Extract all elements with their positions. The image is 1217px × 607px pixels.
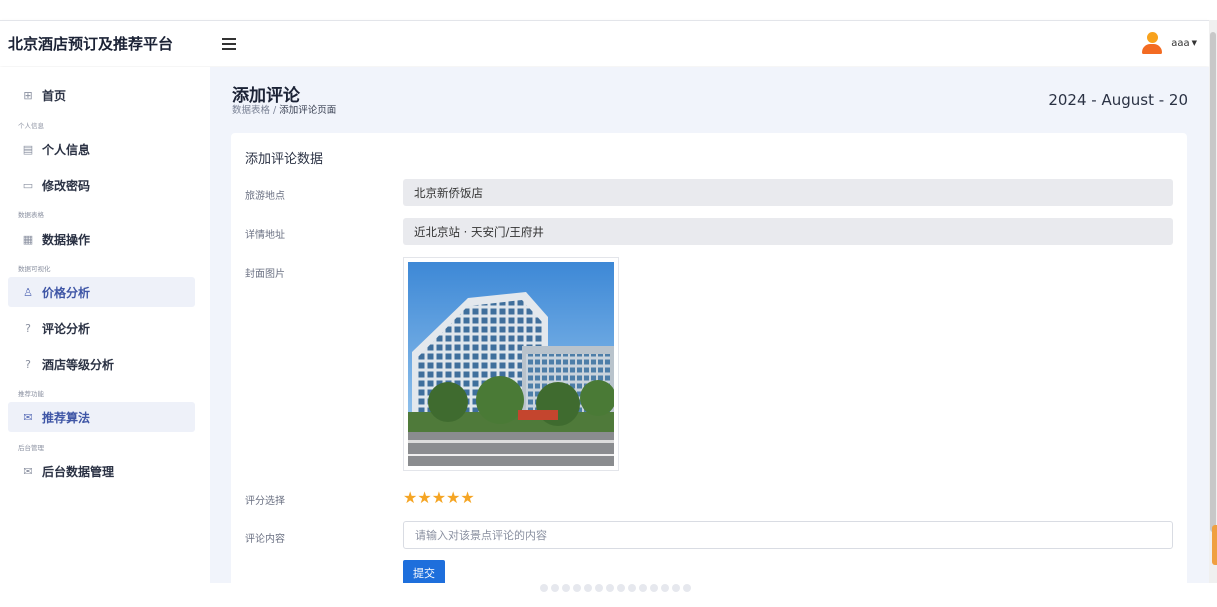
profile-card-icon: ▤ bbox=[22, 142, 34, 156]
user-icon: ♙ bbox=[23, 285, 33, 299]
sidebar-item-label: 首页 bbox=[42, 88, 67, 103]
sidebar-item-data-ops[interactable]: ▦ 数据操作 bbox=[8, 224, 195, 254]
star-icon[interactable]: ★ bbox=[432, 488, 446, 507]
question-circle-icon: ? bbox=[25, 321, 31, 335]
section-label-visualization: 数据可视化 bbox=[18, 265, 51, 273]
side-tab[interactable] bbox=[1212, 525, 1217, 565]
sidebar-item-label: 酒店等级分析 bbox=[42, 357, 115, 372]
user-menu[interactable]: aaa ▼ bbox=[1141, 31, 1197, 55]
sidebar-item-change-password[interactable]: ▭ 修改密码 bbox=[8, 170, 195, 200]
sidebar-item-recommend-algorithm[interactable]: ✉ 推荐算法 bbox=[8, 402, 195, 432]
sidebar: ⊞ 首页 个人信息 ▤ 个人信息 ▭ 修改密码 数据表格 ▦ 数据操作 数据可视… bbox=[0, 67, 210, 607]
breadcrumb-current: 添加评论页面 bbox=[279, 105, 337, 116]
comment-input[interactable] bbox=[403, 521, 1173, 549]
address-label: 详情地址 bbox=[245, 230, 285, 241]
breadcrumb: 数据表格 / 添加评论页面 bbox=[232, 102, 336, 116]
sidebar-item-profile[interactable]: ▤ 个人信息 bbox=[8, 134, 195, 164]
star-icon[interactable]: ★ bbox=[446, 488, 460, 507]
menu-toggle-icon[interactable] bbox=[222, 37, 238, 50]
avatar-icon bbox=[1141, 31, 1163, 55]
sidebar-item-label: 个人信息 bbox=[42, 142, 91, 157]
add-review-form-card: 添加评论数据 旅游地点 北京新侨饭店 详情地址 近北京站 · 天安门/王府井 封… bbox=[231, 133, 1187, 593]
current-date: 2024 - August - 20 bbox=[1048, 91, 1188, 109]
form-title: 添加评论数据 bbox=[245, 152, 324, 167]
pagination-dots bbox=[540, 584, 691, 592]
rating-label: 评分选择 bbox=[245, 496, 285, 507]
question-circle-icon: ? bbox=[25, 357, 31, 371]
sidebar-item-label: 后台数据管理 bbox=[42, 464, 115, 479]
breadcrumb-parent[interactable]: 数据表格 bbox=[232, 105, 270, 116]
mail-icon: ✉ bbox=[23, 410, 33, 424]
sidebar-item-label: 评论分析 bbox=[42, 321, 91, 336]
document-icon: ▭ bbox=[22, 178, 34, 192]
caret-down-icon: ▼ bbox=[1191, 39, 1197, 47]
username: aaa bbox=[1171, 37, 1190, 49]
sidebar-item-label: 修改密码 bbox=[42, 178, 91, 193]
submit-button[interactable]: 提交 bbox=[403, 560, 445, 585]
address-field: 近北京站 · 天安门/王府井 bbox=[403, 218, 1173, 245]
breadcrumb-separator: / bbox=[273, 105, 277, 116]
brand-title: 北京酒店预订及推荐平台 bbox=[8, 35, 174, 53]
sidebar-item-price-analysis[interactable]: ♙ 价格分析 bbox=[8, 277, 195, 307]
cover-image-label: 封面图片 bbox=[245, 269, 285, 280]
star-icon[interactable]: ★ bbox=[403, 488, 417, 507]
star-icon[interactable]: ★ bbox=[460, 488, 474, 507]
sidebar-item-label: 数据操作 bbox=[42, 232, 91, 247]
section-label-admin: 后台管理 bbox=[18, 444, 44, 452]
location-field: 北京新侨饭店 bbox=[403, 179, 1173, 206]
mail-icon: ✉ bbox=[23, 464, 33, 478]
page-scrollbar[interactable] bbox=[1209, 20, 1217, 583]
star-icon[interactable]: ★ bbox=[417, 488, 431, 507]
sidebar-item-label: 价格分析 bbox=[42, 285, 91, 300]
top-bar: 北京酒店预订及推荐平台 aaa ▼ bbox=[0, 20, 1209, 66]
sidebar-item-home[interactable]: ⊞ 首页 bbox=[8, 80, 195, 110]
sidebar-item-admin-data[interactable]: ✉ 后台数据管理 bbox=[8, 456, 195, 486]
hotel-photo bbox=[408, 262, 616, 466]
section-label-recommend: 推荐功能 bbox=[18, 390, 44, 398]
main-content: 添加评论 数据表格 / 添加评论页面 2024 - August - 20 添加… bbox=[210, 67, 1209, 593]
section-label-personal: 个人信息 bbox=[18, 122, 44, 130]
table-icon: ▦ bbox=[22, 232, 34, 246]
scrollbar-thumb[interactable] bbox=[1210, 32, 1216, 532]
sidebar-item-label: 推荐算法 bbox=[42, 410, 91, 425]
top-gap bbox=[0, 0, 1217, 20]
comment-label: 评论内容 bbox=[245, 534, 285, 545]
cover-image bbox=[403, 257, 619, 471]
sidebar-item-review-analysis[interactable]: ? 评论分析 bbox=[8, 313, 195, 343]
sidebar-item-hotel-grade-analysis[interactable]: ? 酒店等级分析 bbox=[8, 349, 195, 379]
star-rating[interactable]: ★★★★★ bbox=[403, 488, 475, 507]
location-label: 旅游地点 bbox=[245, 191, 285, 202]
grid-icon: ⊞ bbox=[23, 88, 33, 102]
section-label-tables: 数据表格 bbox=[18, 211, 44, 219]
